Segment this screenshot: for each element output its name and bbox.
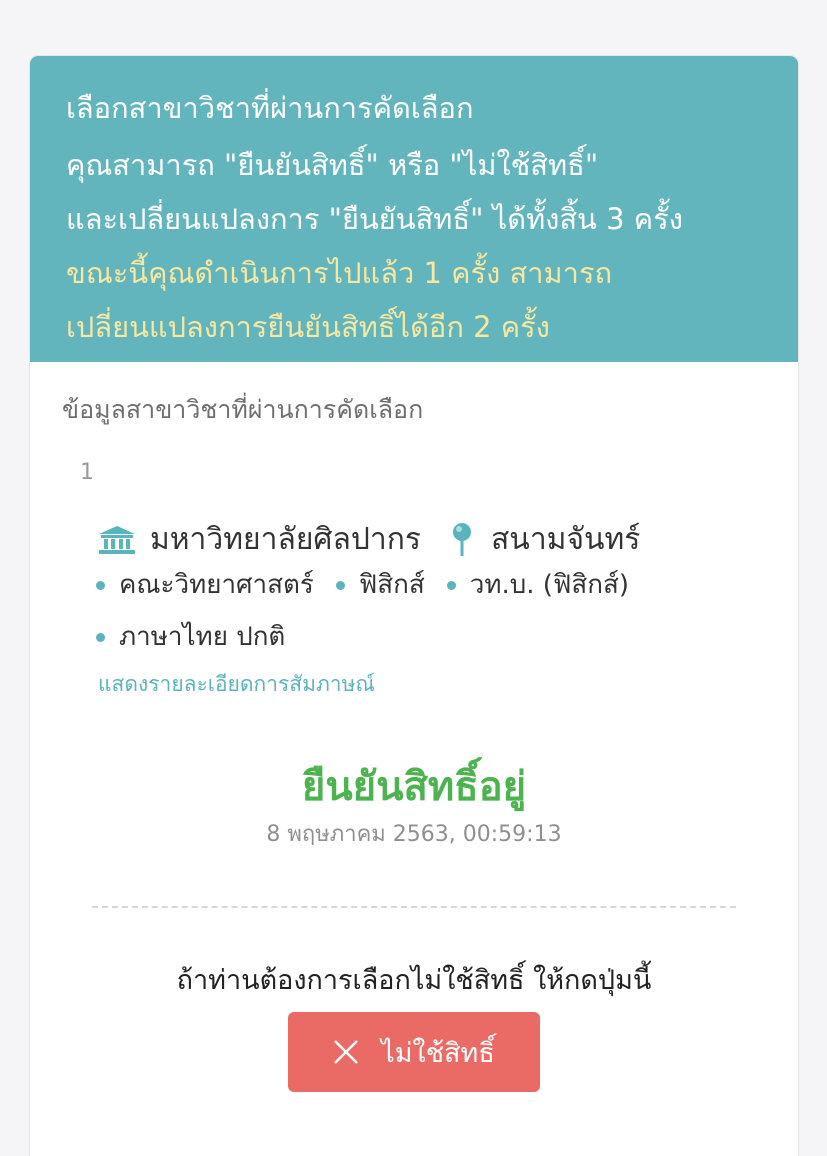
program-type-detail: ภาษาไทย ปกติ <box>96 616 285 658</box>
header-instruction-line-1: คุณสามารถ "ยืนยันสิทธิ์" หรือ "ไม่ใช้สิท… <box>66 148 599 182</box>
item-number: 1 <box>80 460 94 485</box>
degree-detail: วท.บ. (ฟิสิกส์) <box>446 564 629 606</box>
bullet-dot-icon <box>446 580 456 590</box>
header-status-line-2: เปลี่ยนแปลงการยืนยันสิทธิ์ได้อีก 2 ครั้ง <box>66 310 550 344</box>
major-detail: ฟิสิกส์ <box>335 564 425 606</box>
degree-name: วท.บ. (ฟิสิกส์) <box>469 570 629 600</box>
decline-prompt: ถ้าท่านต้องการเลือกไม่ใช้สิทธิ์ ให้กดปุ่… <box>176 965 652 996</box>
program-type: ภาษาไทย ปกติ <box>119 622 286 652</box>
header-status-line-1: ขณะนี้คุณดำเนินการไปแล้ว 1 ครั้ง สามารถ <box>66 256 613 290</box>
program-details: คณะวิทยาศาสตร์ ฟิสิกส์ วท.บ. (ฟิสิกส์) ภ… <box>96 564 736 658</box>
decline-button-label: ไม่ใช้สิทธิ์ <box>381 1037 495 1069</box>
dashed-divider <box>92 906 736 908</box>
faculty-name: คณะวิทยาศาสตร์ <box>119 570 314 600</box>
header-title: เลือกสาขาวิชาที่ผ่านการคัดเลือก <box>66 91 474 125</box>
university-name: มหาวิทยาลัยศิลปากร <box>150 522 421 557</box>
card-header: เลือกสาขาวิชาที่ผ่านการคัดเลือก คุณสามาร… <box>30 56 798 362</box>
interview-details-link[interactable]: แสดงรายละเอียดการสัมภาษณ์ <box>98 668 375 701</box>
faculty-detail: คณะวิทยาศาสตร์ <box>96 564 314 606</box>
confirmation-timestamp: 8 พฤษภาคม 2563, 00:59:13 <box>266 822 562 847</box>
bullet-dot-icon <box>96 632 105 642</box>
close-icon <box>333 1039 359 1065</box>
bullet-dot-icon <box>335 580 345 590</box>
header-instruction-line-2: และเปลี่ยนแปลงการ "ยืนยันสิทธิ์" ได้ทั้ง… <box>66 202 683 236</box>
map-pin-icon <box>451 522 473 558</box>
bullet-dot-icon <box>96 580 105 590</box>
section-title: ข้อมูลสาขาวิชาที่ผ่านการคัดเลือก <box>62 395 424 424</box>
decline-right-button[interactable]: ไม่ใช้สิทธิ์ <box>288 1012 540 1092</box>
confirmation-status: ยืนยันสิทธิ์อยู่ <box>301 764 527 810</box>
university-building-icon <box>98 525 136 555</box>
major-name: ฟิสิกส์ <box>358 570 425 600</box>
selection-card: เลือกสาขาวิชาที่ผ่านการคัดเลือก คุณสามาร… <box>30 56 798 1156</box>
campus-name: สนามจันทร์ <box>491 522 641 557</box>
university-row: มหาวิทยาลัยศิลปากร สนามจันทร์ <box>98 516 640 563</box>
